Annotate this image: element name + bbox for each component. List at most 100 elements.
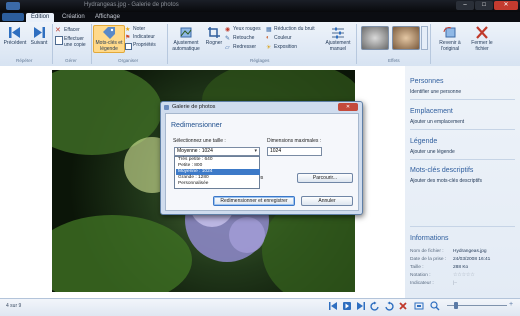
tab-edition[interactable]: Édition — [26, 13, 55, 22]
previous-icon — [9, 27, 20, 38]
info-value: 288 Ko — [453, 265, 469, 270]
next-photo-icon[interactable] — [356, 301, 366, 311]
fit-to-window-icon[interactable] — [414, 301, 424, 311]
file-menu-button[interactable] — [2, 13, 24, 21]
ribbon-separator — [356, 24, 357, 64]
brush-icon: ✎ — [225, 36, 231, 42]
crop-button[interactable]: Rogner — [204, 26, 224, 46]
dialog-title: Galerie de photos — [172, 104, 216, 110]
divider — [410, 159, 515, 160]
app-icon — [164, 105, 169, 110]
flag-icon: ⚑ — [125, 35, 131, 41]
size-select[interactable]: Moyenne : 1024 ▾ — [174, 147, 260, 156]
add-keywords-link[interactable]: Ajouter des mots-clés descriptifs — [410, 178, 482, 184]
zoom-icon[interactable] — [430, 301, 440, 311]
eye-icon: ◉ — [225, 27, 231, 33]
tab-affichage[interactable]: Affichage — [90, 13, 125, 22]
size-label: Sélectionnez une taille : — [173, 138, 226, 144]
group-label-gerer: Gérer — [65, 58, 77, 63]
info-pane: Personnes Identifier une personne Emplac… — [405, 66, 520, 298]
max-dimensions-input[interactable]: 1024 — [267, 147, 322, 156]
location-heading: Emplacement — [410, 108, 453, 115]
rotate-right-icon[interactable] — [384, 301, 394, 311]
browse-button[interactable]: Parcourir... — [297, 173, 353, 183]
tag-icon — [103, 27, 115, 39]
flag-value[interactable]: |– — [453, 281, 457, 286]
group-label-effets: Effets — [388, 58, 400, 63]
group-label-reglages: Réglages — [250, 58, 270, 63]
effects-scroll-button[interactable] — [421, 26, 428, 50]
keywords-heading: Mots-clés descriptifs — [410, 167, 474, 174]
slideshow-icon[interactable] — [342, 301, 352, 311]
straighten-icon: ▱ — [225, 45, 230, 51]
identify-person-link[interactable]: Identifier une personne — [410, 89, 461, 95]
ribbon-separator — [52, 24, 53, 64]
delete-photo-icon[interactable] — [398, 301, 408, 311]
persons-heading: Personnes — [410, 78, 444, 85]
caption-heading: Légende — [410, 138, 438, 145]
add-caption-link[interactable]: Ajouter une légende — [410, 149, 455, 155]
info-label: Taille : — [410, 265, 424, 270]
zoom-in-icon[interactable]: + — [509, 301, 513, 308]
previous-button[interactable]: Précédent — [2, 26, 28, 46]
ribbon: Précédent Suivant Répéter ✕ Effacer Effe… — [0, 22, 520, 67]
info-value: Hydrangeas.jpg — [453, 249, 487, 254]
copy-icon — [55, 36, 63, 45]
title-bar: Hydrangeas.jpg - Galerie de photos – □ ✕ — [0, 0, 520, 12]
revert-to-original-button[interactable]: Revenir à l'original — [433, 26, 467, 52]
info-label: Nom de fichier : — [410, 249, 444, 254]
ribbon-separator — [430, 24, 431, 64]
info-label: Indicateur : — [410, 281, 434, 286]
star-icon: ★ — [125, 27, 131, 33]
size-option-personnalisee[interactable]: Personnalisée — [176, 181, 260, 187]
revert-icon — [443, 27, 456, 38]
info-label: Notation : — [410, 273, 431, 278]
information-heading: Informations — [410, 235, 449, 242]
rotate-left-icon[interactable] — [370, 301, 380, 311]
zoom-slider-thumb[interactable] — [454, 302, 458, 309]
quick-access-menu-button[interactable] — [6, 2, 20, 10]
manual-adjust-button[interactable]: Ajustement manuel — [322, 26, 354, 52]
info-value: 24/03/2008 16:41 — [453, 257, 491, 262]
max-dimensions-label: Dimensions maximales : — [267, 138, 322, 144]
chevron-down-icon: ▾ — [254, 148, 257, 154]
noise-icon: ▦ — [266, 27, 272, 33]
rating-stars[interactable]: ☆☆☆☆☆ — [453, 273, 475, 278]
ribbon-separator — [91, 24, 92, 64]
auto-adjust-icon — [180, 27, 192, 38]
tab-creation[interactable]: Création — [57, 13, 90, 22]
photo-position: 4 sur 9 — [6, 303, 22, 309]
delete-icon: ✕ — [55, 27, 61, 34]
dialog-heading: Redimensionner — [171, 122, 222, 129]
palette-icon: ◐ — [266, 35, 270, 41]
sun-icon: ☀ — [266, 45, 272, 51]
ribbon-tabs: Édition Création Affichage — [0, 12, 520, 22]
next-button[interactable]: Suivant — [28, 26, 50, 46]
status-bar: 4 sur 9 — [0, 298, 520, 316]
group-label-repeter: Répéter — [16, 58, 33, 63]
divider — [410, 129, 515, 130]
divider — [410, 99, 515, 100]
info-label: Date de la prise : — [410, 257, 447, 262]
next-icon — [34, 27, 45, 38]
close-window-button[interactable]: ✕ — [494, 1, 518, 10]
minimize-button[interactable]: – — [456, 1, 474, 10]
size-dropdown-list: Très petite : 640 Petite : 800 Moyenne :… — [174, 156, 260, 189]
effect-sepia-thumbnail[interactable] — [392, 26, 420, 50]
divider — [410, 226, 515, 227]
auto-adjust-button[interactable]: Ajustement automatique — [168, 26, 204, 52]
close-icon — [476, 26, 488, 39]
sliders-icon — [332, 27, 344, 39]
cancel-button[interactable]: Annuler — [301, 196, 353, 206]
close-file-button[interactable]: Fermer le fichier — [467, 26, 497, 52]
keywords-caption-button[interactable]: Mots-clés et légende — [93, 25, 125, 53]
add-location-link[interactable]: Ajouter un emplacement — [410, 119, 464, 125]
window-title: Hydrangeas.jpg - Galerie de photos — [84, 2, 179, 8]
dialog-close-button[interactable]: ✕ — [338, 103, 358, 111]
group-label-organiser: Organiser — [118, 58, 139, 63]
maximize-button[interactable]: □ — [475, 1, 493, 10]
crop-icon — [208, 27, 220, 38]
previous-photo-icon[interactable] — [328, 301, 338, 311]
resize-and-save-button[interactable]: Redimensionner et enregistrer — [213, 196, 295, 206]
effect-black-white-thumbnail[interactable] — [361, 26, 389, 50]
